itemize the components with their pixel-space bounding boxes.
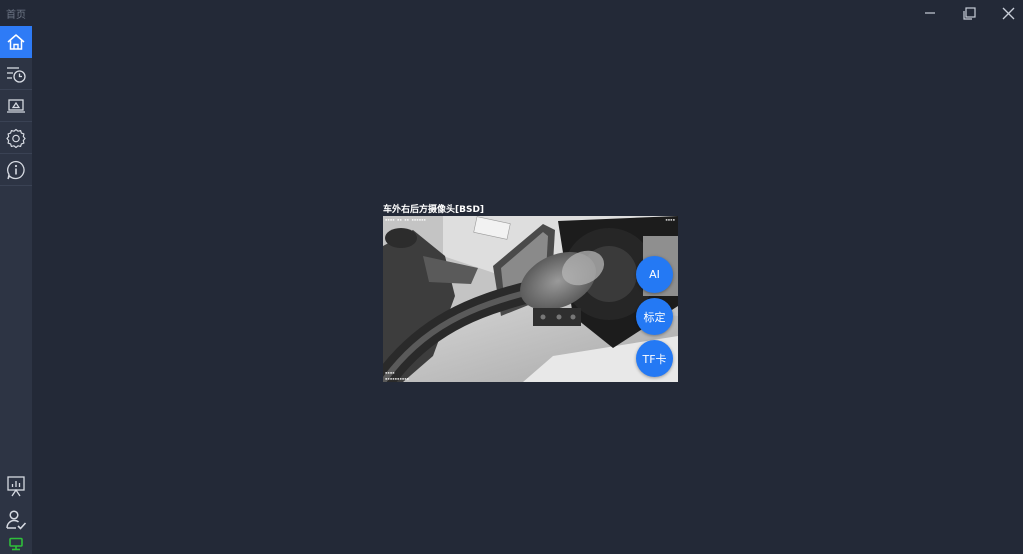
title-bar: 首页 — [0, 0, 1023, 26]
tf-card-button[interactable]: TF卡 — [636, 340, 673, 377]
device-status-icon — [9, 537, 23, 551]
history-icon — [7, 66, 26, 83]
sidebar-item-account[interactable] — [0, 504, 32, 536]
restore-icon — [962, 6, 976, 20]
sidebar-item-statistics[interactable] — [0, 470, 32, 502]
calibrate-button[interactable]: 标定 — [636, 298, 673, 335]
gear-icon — [6, 128, 26, 148]
osd-location: ▪▪▪▪▪▪▪▪▪▪ — [385, 376, 410, 381]
window-title: 首页 — [6, 10, 26, 21]
sidebar-item-about[interactable] — [0, 154, 32, 186]
home-icon — [7, 34, 25, 50]
close-button[interactable] — [991, 0, 1023, 26]
minimize-button[interactable] — [913, 0, 947, 26]
sidebar-item-history[interactable] — [0, 58, 32, 90]
sidebar-item-settings[interactable] — [0, 122, 32, 154]
statistics-icon — [7, 476, 25, 497]
sidebar-item-home[interactable] — [0, 26, 32, 58]
osd-channel: ▪▪▪▪ — [665, 217, 675, 222]
camera-frame-image — [383, 216, 678, 382]
ai-button[interactable]: AI — [636, 256, 673, 293]
osd-timestamp: ▪▪▪▪ ▪▪ ▪▪ ▪▪▪▪▪▪ — [385, 217, 426, 222]
device-status-indicator[interactable] — [0, 534, 32, 554]
restore-button[interactable] — [952, 0, 986, 26]
sidebar — [0, 26, 32, 554]
sidebar-item-playback[interactable] — [0, 90, 32, 122]
camera-title: 车外右后方摄像头[BSD] — [383, 205, 485, 215]
minimize-icon — [925, 12, 935, 14]
camera-video-feed[interactable]: ▪▪▪▪ ▪▪ ▪▪ ▪▪▪▪▪▪ ▪▪▪▪ ▪▪▪▪ ▪▪▪▪▪▪▪▪▪▪ — [383, 216, 678, 382]
playback-icon — [7, 98, 25, 113]
osd-speed: ▪▪▪▪ — [385, 370, 395, 375]
info-icon — [7, 160, 25, 179]
user-check-icon — [6, 510, 27, 530]
close-icon — [1002, 7, 1014, 19]
